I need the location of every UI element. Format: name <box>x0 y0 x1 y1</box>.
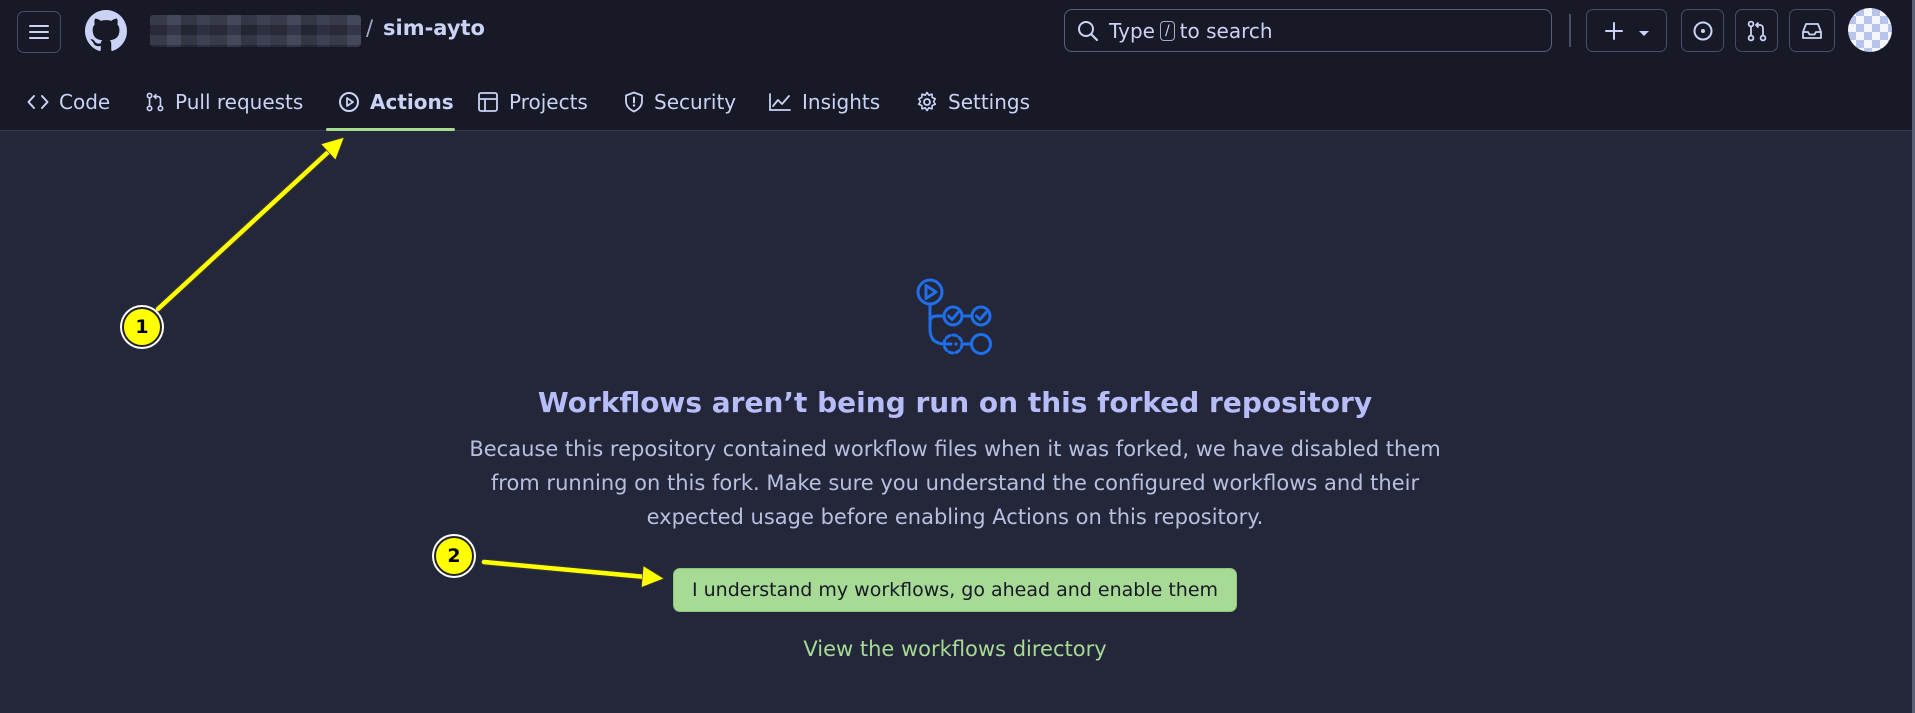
tab-code-label: Code <box>59 90 111 114</box>
shield-icon <box>625 91 643 113</box>
blankslate-title: Workflows aren’t being run on this forke… <box>537 386 1373 419</box>
pull-request-icon <box>1747 20 1766 41</box>
github-logo[interactable] <box>85 10 127 52</box>
create-new-button[interactable] <box>1586 9 1667 52</box>
tab-code[interactable]: Code <box>27 76 110 128</box>
tab-security-label: Security <box>654 90 737 114</box>
repo-name-link[interactable]: sim-ayto <box>383 16 485 40</box>
view-workflows-directory-link[interactable]: View the workflows directory <box>0 637 1910 661</box>
search-shortcut-key: / <box>1159 20 1175 41</box>
tab-insights[interactable]: Insights <box>768 76 880 128</box>
gear-icon <box>917 91 937 112</box>
tab-settings[interactable]: Settings <box>916 76 1030 128</box>
tab-insights-label: Insights <box>802 90 881 114</box>
pull-request-icon <box>146 92 164 112</box>
workflow-icon <box>916 278 992 355</box>
annotation-arrow-2 <box>480 558 661 582</box>
play-icon <box>339 92 359 112</box>
enable-workflows-button[interactable]: I understand my workflows, go ahead and … <box>673 568 1237 612</box>
annotation-badge-2: 2 <box>434 536 474 576</box>
tab-pull-requests[interactable]: Pull requests <box>145 76 303 128</box>
search-prefix: Type <box>1109 18 1155 43</box>
menu-button[interactable] <box>17 11 61 53</box>
plus-icon <box>1604 21 1623 40</box>
active-tab-underline <box>326 128 455 131</box>
annotation-arrow-1 <box>154 138 343 313</box>
header-divider <box>1569 14 1571 47</box>
issues-icon <box>1693 21 1712 40</box>
avatar[interactable] <box>1848 8 1892 52</box>
owner-name-redacted[interactable] <box>150 15 361 47</box>
tab-security[interactable]: Security <box>624 76 736 128</box>
tab-projects[interactable]: Projects <box>477 76 588 128</box>
code-icon <box>27 95 49 109</box>
search-input[interactable]: Type / to search <box>1064 9 1552 52</box>
tab-actions[interactable]: Actions <box>338 76 454 128</box>
hamburger-icon <box>29 25 49 39</box>
pull-requests-button[interactable] <box>1735 9 1778 52</box>
inbox-icon <box>1802 22 1822 39</box>
breadcrumb-separator: / <box>366 16 374 40</box>
tab-settings-label: Settings <box>948 90 1031 114</box>
issues-button[interactable] <box>1681 9 1724 52</box>
tab-pull-requests-label: Pull requests <box>175 90 304 114</box>
tab-actions-label: Actions <box>370 90 454 114</box>
blankslate-description: Because this repository contained workfl… <box>469 437 1441 529</box>
table-icon <box>478 92 498 112</box>
tab-projects-label: Projects <box>509 90 588 114</box>
search-suffix: to search <box>1179 18 1273 43</box>
repo-nav-tabs: Code Pull requests Actions Projects Secu… <box>0 76 1915 130</box>
search-icon <box>1078 20 1099 41</box>
annotation-badge-1: 1 <box>122 307 162 347</box>
inbox-button[interactable] <box>1789 9 1835 52</box>
graph-icon <box>769 93 791 111</box>
chevron-down-icon <box>1638 30 1649 36</box>
